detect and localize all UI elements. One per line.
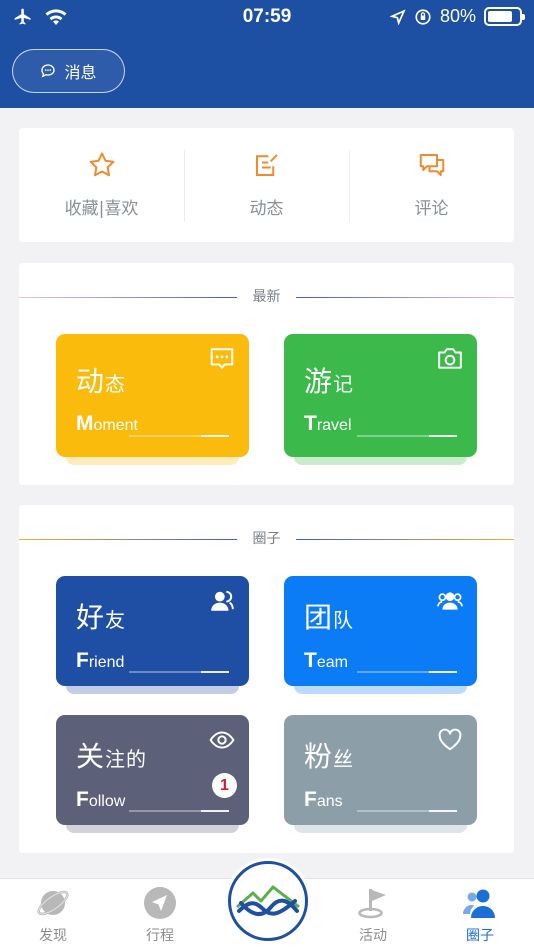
tile-fans[interactable]: 粉丝 Fans (284, 715, 477, 833)
follow-count-badge: 1 (212, 773, 237, 798)
tab-circle[interactable]: 圈子 (440, 885, 520, 945)
tile-title: 动态 (76, 365, 127, 398)
friend-icon (211, 590, 234, 611)
tab-discover-label: 发现 (39, 928, 67, 944)
tab-activity-label: 活动 (359, 928, 387, 944)
quick-comments-label: 评论 (414, 199, 449, 219)
tab-trip-label: 行程 (146, 928, 174, 944)
mountain-logo-icon (236, 885, 300, 916)
tile-title: 粉丝 (304, 740, 355, 773)
tile-friend[interactable]: 好友 Friend (56, 576, 249, 694)
tile-subtitle: Travel (304, 412, 352, 435)
comment-icon (419, 154, 444, 176)
tile-title: 好友 (76, 601, 127, 634)
navigation-icon (144, 887, 176, 919)
section-circle: 圈子 好友 Friend 团队 Team 关注的 Follow 1 粉丝 Fan… (19, 505, 514, 853)
tile-subtitle: Friend (76, 649, 125, 672)
app-header: 07:59 80% 消息 (0, 0, 534, 108)
eye-icon (209, 731, 235, 749)
heart-icon (438, 728, 462, 751)
quick-favorites[interactable]: 收藏|喜欢 (19, 128, 184, 242)
tab-circle-label: 圈子 (466, 928, 494, 944)
tile-subtitle: Fans (304, 788, 343, 811)
edit-icon (255, 154, 278, 176)
center-logo-button[interactable] (228, 861, 308, 941)
section-latest: 最新 动态 Moment 游记 Travel (19, 263, 514, 485)
people-icon (463, 889, 495, 918)
quick-favorites-label: 收藏|喜欢 (64, 199, 139, 219)
section-circle-title: 圈子 (19, 529, 514, 549)
rotation-lock-icon (415, 8, 431, 25)
tab-trip[interactable]: 行程 (120, 885, 200, 945)
tile-team[interactable]: 团队 Team (284, 576, 477, 694)
tile-subtitle: Follow (76, 788, 126, 811)
status-bar: 07:59 80% (0, 0, 534, 36)
star-icon (89, 152, 114, 177)
battery-icon (484, 7, 525, 26)
tile-moment[interactable]: 动态 Moment (56, 334, 249, 465)
tile-title: 关注的 (76, 740, 148, 773)
chat-bubble-icon (210, 348, 234, 369)
tile-subtitle: Team (304, 649, 348, 672)
tile-subtitle: Moment (76, 412, 138, 435)
planet-icon (37, 890, 69, 916)
quick-moments-label: 动态 (249, 199, 284, 219)
camera-icon (438, 348, 462, 369)
section-latest-title: 最新 (19, 287, 514, 307)
flag-icon (358, 889, 386, 919)
message-button-label: 消息 (64, 63, 97, 82)
tile-follow[interactable]: 关注的 Follow 1 (56, 715, 249, 833)
quick-comments[interactable]: 评论 (349, 128, 514, 242)
team-icon (437, 592, 463, 610)
message-button[interactable]: 消息 (12, 49, 125, 93)
tab-discover[interactable]: 发现 (13, 885, 93, 945)
tile-travel[interactable]: 游记 Travel (284, 334, 477, 465)
battery-percent: 80% (439, 6, 476, 26)
quick-actions: 收藏|喜欢 动态 评论 (19, 128, 514, 242)
location-arrow-icon (389, 8, 406, 25)
message-bubble-icon (41, 64, 56, 78)
tile-title: 游记 (304, 365, 355, 398)
tile-title: 团队 (304, 601, 355, 634)
tab-activity[interactable]: 活动 (333, 885, 413, 945)
quick-moments[interactable]: 动态 (184, 128, 349, 242)
